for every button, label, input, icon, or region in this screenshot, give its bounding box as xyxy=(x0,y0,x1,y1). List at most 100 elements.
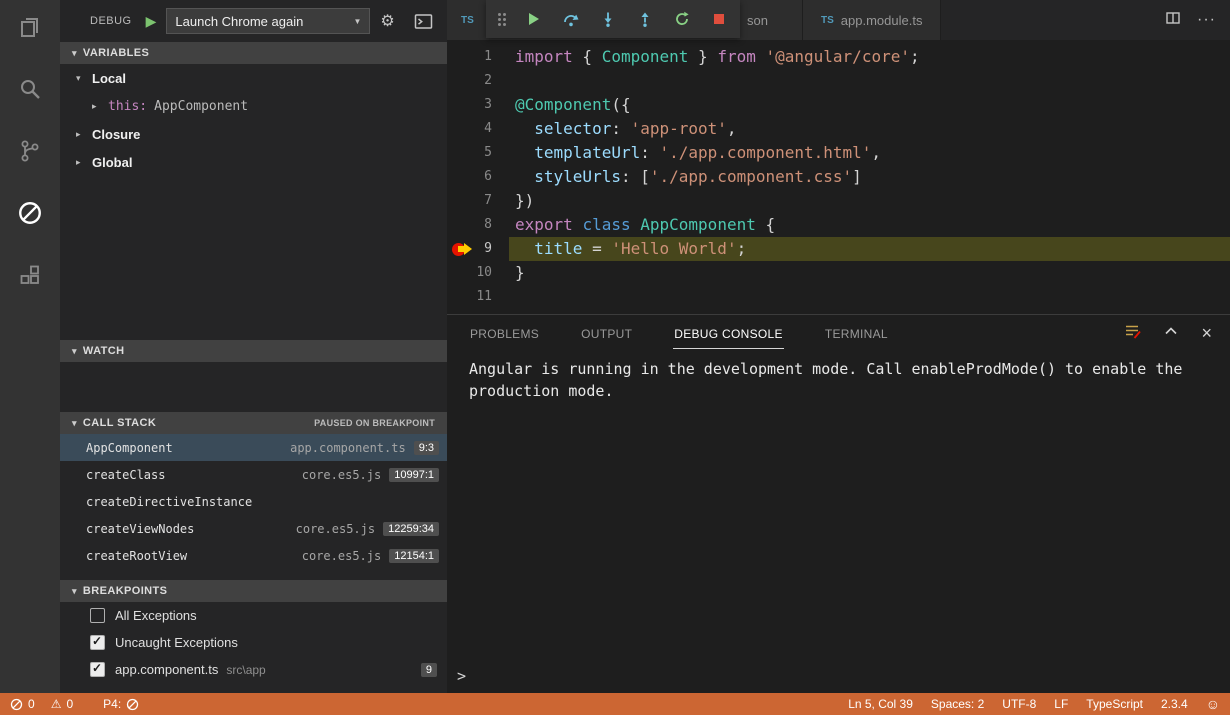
restart-button[interactable] xyxy=(673,10,691,28)
call-stack-frame[interactable]: createViewNodescore.es5.js12259:34 xyxy=(60,515,447,542)
code-area[interactable]: 1import { Component } from '@angular/cor… xyxy=(447,40,1230,314)
error-count[interactable]: 0 xyxy=(10,697,35,711)
code-line-1[interactable]: 1import { Component } from '@angular/cor… xyxy=(447,45,1230,69)
watch-section-header[interactable]: ▾ WATCH xyxy=(60,340,447,362)
search-icon[interactable] xyxy=(17,76,43,102)
call-stack-list: AppComponentapp.component.ts9:3createCla… xyxy=(60,434,447,580)
line-number[interactable]: 8 xyxy=(447,213,509,237)
breakpoint-line-badge: 9 xyxy=(421,663,437,677)
split-editor-icon[interactable] xyxy=(1165,10,1181,31)
more-actions-icon[interactable]: ··· xyxy=(1197,11,1216,29)
code-line-9[interactable]: 9 title = 'Hello World'; xyxy=(447,237,1230,261)
eol-sequence[interactable]: LF xyxy=(1054,697,1068,711)
breakpoints-section-header[interactable]: ▾ BREAKPOINTS xyxy=(60,580,447,602)
code-line-4[interactable]: 4 selector: 'app-root', xyxy=(447,117,1230,141)
variable-scope-closure[interactable]: ▸ Closure xyxy=(60,120,447,148)
editor-tab-bar: TS son TS app.module.ts ··· xyxy=(447,0,1230,40)
line-number[interactable]: 5 xyxy=(447,141,509,165)
tab-debug-console[interactable]: DEBUG CONSOLE xyxy=(673,318,784,349)
open-debug-console-icon[interactable] xyxy=(414,13,433,30)
code-line-11[interactable]: 11 xyxy=(447,285,1230,309)
variable-this[interactable]: ▸ this: AppComponent xyxy=(60,92,447,120)
code-line-3[interactable]: 3@Component({ xyxy=(447,93,1230,117)
breakpoint-label: Uncaught Exceptions xyxy=(115,635,238,650)
variable-scope-local[interactable]: ▾ Local xyxy=(60,64,447,92)
call-stack-frame[interactable]: AppComponentapp.component.ts9:3 xyxy=(60,434,447,461)
frame-name: createViewNodes xyxy=(86,522,194,536)
call-stack-frame[interactable]: createRootViewcore.es5.js12154:1 xyxy=(60,542,447,569)
current-line-arrow-icon xyxy=(458,246,464,252)
debug-console-input[interactable]: > xyxy=(447,667,1230,685)
line-number[interactable]: 9 xyxy=(447,237,509,261)
code-line-5[interactable]: 5 templateUrl: './app.component.html', xyxy=(447,141,1230,165)
clear-console-icon[interactable] xyxy=(1124,323,1141,344)
call-stack-section-header[interactable]: ▾ CALL STACK PAUSED ON BREAKPOINT xyxy=(60,412,447,434)
close-panel-icon[interactable]: × xyxy=(1201,324,1212,342)
source-control-icon[interactable] xyxy=(17,138,43,164)
console-prompt: > xyxy=(457,667,466,685)
tab-app-module[interactable]: TS app.module.ts xyxy=(803,0,941,40)
breakpoint-row[interactable]: All Exceptions xyxy=(60,602,447,629)
feedback-smiley-icon[interactable]: ☺ xyxy=(1206,696,1220,712)
breakpoint-row[interactable]: app.component.tssrc\app9 xyxy=(60,656,447,683)
extensions-icon[interactable] xyxy=(17,262,43,288)
chevron-down-icon: ▾ xyxy=(72,586,77,597)
chevron-right-icon: ▸ xyxy=(76,129,86,140)
toolbar-drag-handle[interactable] xyxy=(498,13,506,26)
watch-list xyxy=(60,362,447,412)
step-over-button[interactable] xyxy=(562,10,580,28)
code-line-text: title = 'Hello World'; xyxy=(509,237,1230,261)
frame-name: createClass xyxy=(86,468,165,482)
warning-count[interactable]: ⚠ 0 xyxy=(51,697,73,711)
step-out-button[interactable] xyxy=(636,10,654,28)
line-number[interactable]: 4 xyxy=(447,117,509,141)
call-stack-frame[interactable]: createDirectiveInstance xyxy=(60,488,447,515)
tab-terminal[interactable]: TERMINAL xyxy=(824,318,889,349)
code-line-8[interactable]: 8export class AppComponent { xyxy=(447,213,1230,237)
tab-output[interactable]: OUTPUT xyxy=(580,318,633,349)
indentation[interactable]: Spaces: 2 xyxy=(931,697,984,711)
line-number[interactable]: 3 xyxy=(447,93,509,117)
variable-scope-global[interactable]: ▸ Global xyxy=(60,148,447,176)
breakpoint-checkbox[interactable] xyxy=(90,608,105,623)
configure-gear-icon[interactable]: ⚙ xyxy=(380,11,394,31)
explorer-icon[interactable] xyxy=(17,14,43,40)
encoding[interactable]: UTF-8 xyxy=(1002,697,1036,711)
breakpoint-checkbox[interactable] xyxy=(90,635,105,650)
line-number[interactable]: 6 xyxy=(447,165,509,189)
breakpoint-path: src\app xyxy=(226,663,265,677)
start-debugging-icon[interactable]: ▶ xyxy=(146,13,157,30)
warning-icon: ⚠ xyxy=(51,697,62,711)
chevron-right-icon: ▸ xyxy=(76,157,86,168)
stop-button[interactable] xyxy=(710,10,728,28)
line-number[interactable]: 2 xyxy=(447,69,509,93)
maximize-panel-icon[interactable] xyxy=(1163,323,1179,344)
cursor-position[interactable]: Ln 5, Col 39 xyxy=(848,697,913,711)
code-line-2[interactable]: 2 xyxy=(447,69,1230,93)
continue-button[interactable] xyxy=(525,10,543,28)
code-line-10[interactable]: 10} xyxy=(447,261,1230,285)
debug-icon[interactable] xyxy=(17,200,43,226)
breakpoint-row[interactable]: Uncaught Exceptions xyxy=(60,629,447,656)
code-line-text: export class AppComponent { xyxy=(509,213,1230,237)
call-stack-frame[interactable]: createClasscore.es5.js10997:1 xyxy=(60,461,447,488)
scm-status[interactable]: P4: xyxy=(103,697,139,711)
line-number[interactable]: 10 xyxy=(447,261,509,285)
code-line-6[interactable]: 6 styleUrls: ['./app.component.css'] xyxy=(447,165,1230,189)
code-line-7[interactable]: 7}) xyxy=(447,189,1230,213)
frame-name: createDirectiveInstance xyxy=(86,495,252,509)
typescript-version[interactable]: 2.3.4 xyxy=(1161,697,1188,711)
launch-config-select[interactable]: Launch Chrome again ▼ xyxy=(166,8,370,34)
variables-section-header[interactable]: ▾ VARIABLES xyxy=(60,42,447,64)
tab-problems[interactable]: PROBLEMS xyxy=(469,318,540,349)
line-number[interactable]: 11 xyxy=(447,285,509,309)
line-number[interactable]: 7 xyxy=(447,189,509,213)
editor-actions: ··· xyxy=(1165,0,1230,40)
main-area: DEBUG ▶ Launch Chrome again ▼ ⚙ ▾ VARIAB… xyxy=(0,0,1230,693)
step-into-button[interactable] xyxy=(599,10,617,28)
breakpoint-checkbox[interactable] xyxy=(90,662,105,677)
debug-console-output: Angular is running in the development mo… xyxy=(447,351,1230,402)
language-mode[interactable]: TypeScript xyxy=(1086,697,1143,711)
line-number[interactable]: 1 xyxy=(447,45,509,69)
code-line-text: styleUrls: ['./app.component.css'] xyxy=(509,165,1230,189)
